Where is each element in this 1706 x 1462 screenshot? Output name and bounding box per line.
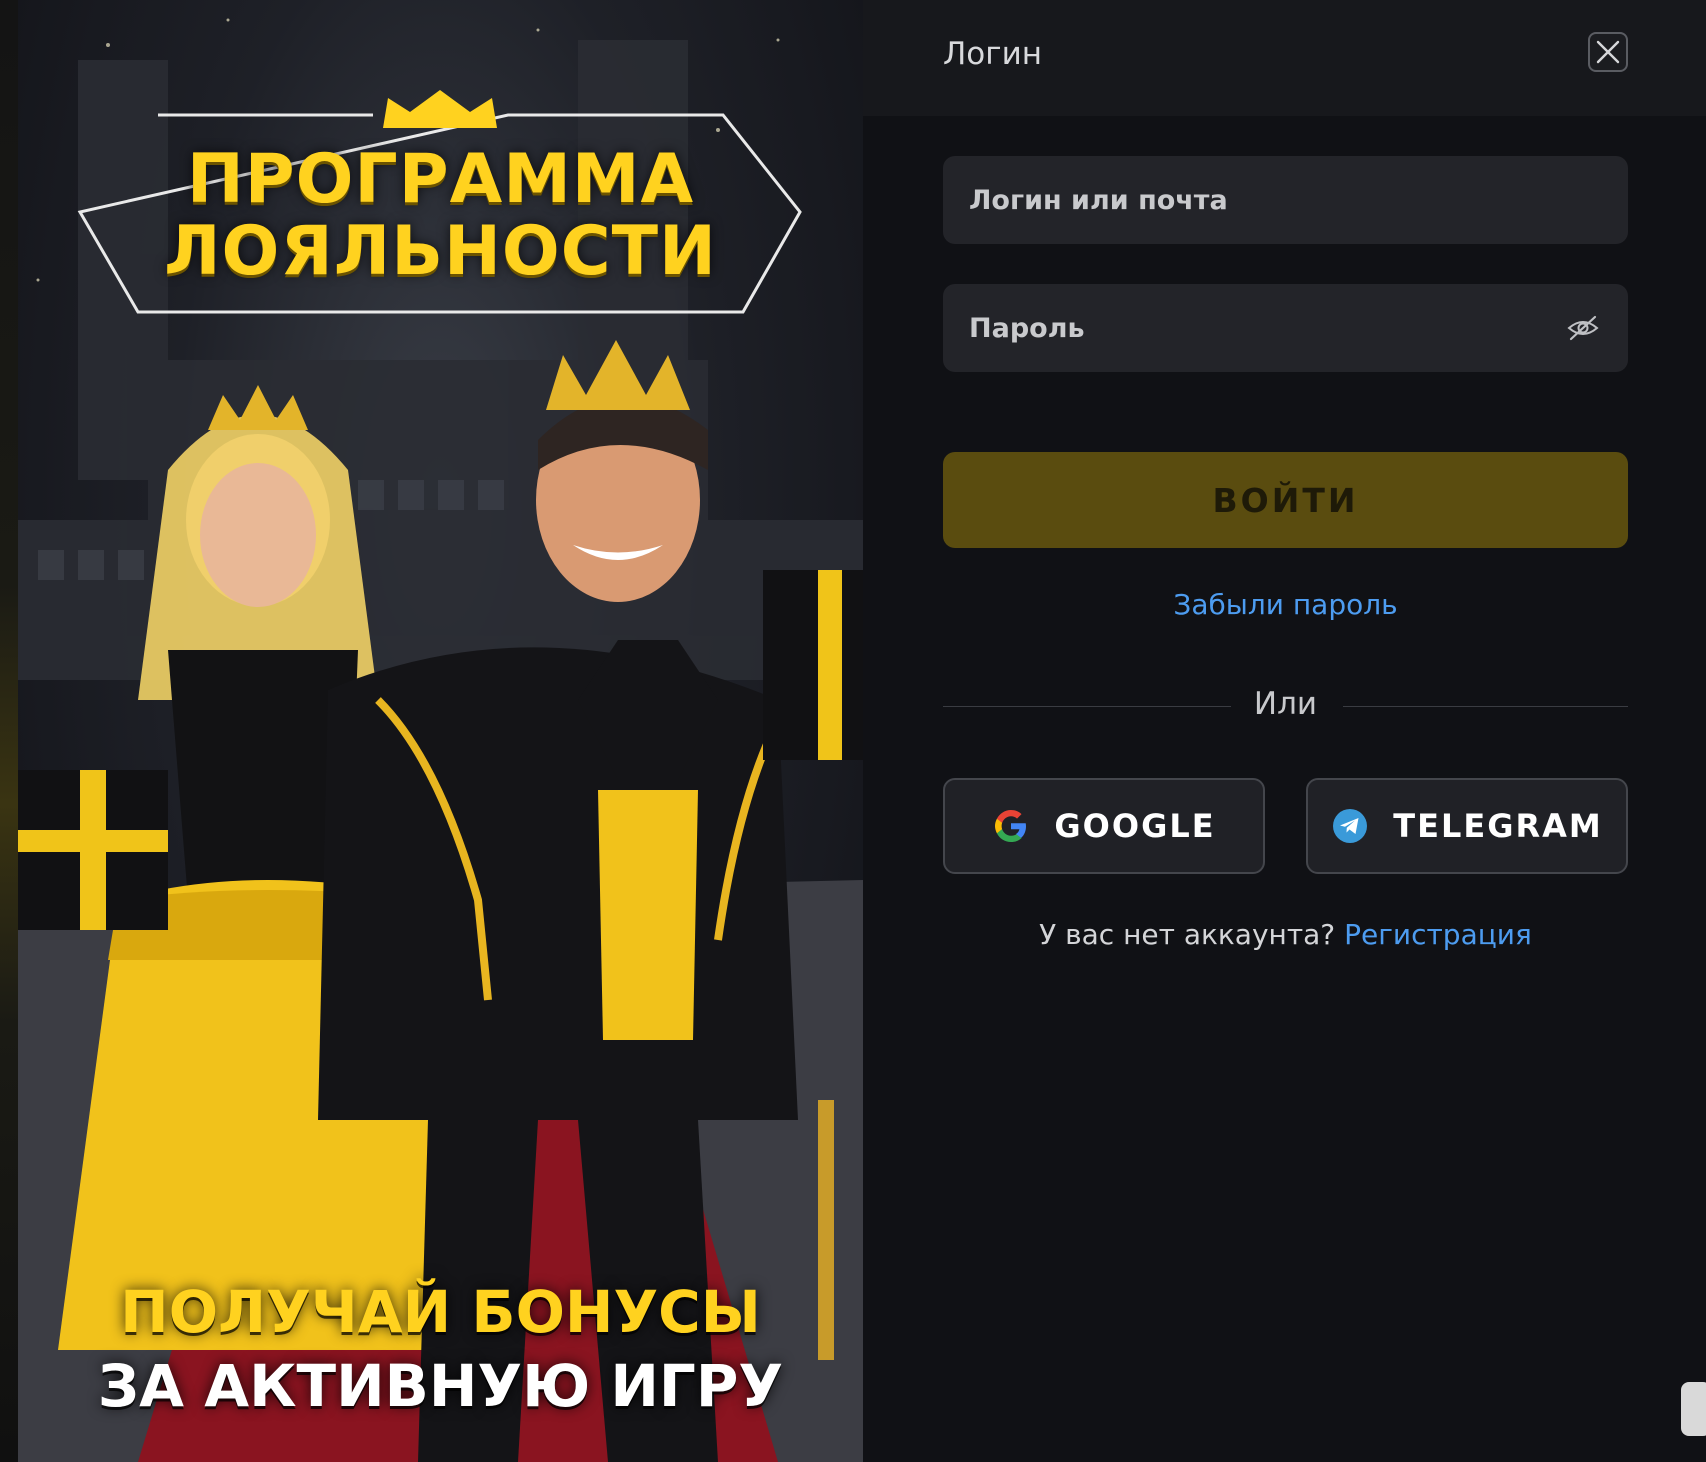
close-button[interactable] — [1588, 32, 1628, 72]
promo-title-line-1: ПРОГРАММА — [186, 140, 695, 219]
password-input[interactable] — [943, 284, 1628, 372]
google-icon — [995, 810, 1027, 842]
no-account-text: У вас нет аккаунта? — [1039, 918, 1336, 951]
eye-off-icon — [1567, 315, 1599, 341]
password-visibility-toggle[interactable] — [1566, 312, 1600, 344]
login-panel: Логин ВОЙТИ Забыли пароль Или — [863, 0, 1706, 1462]
page-title: Логин — [943, 36, 1042, 72]
telegram-icon — [1333, 809, 1368, 843]
background-edge — [0, 0, 18, 1462]
panel-header: Логин — [863, 0, 1706, 116]
promo-title-line-2: ЛОЯЛЬНОСТИ — [164, 212, 717, 291]
telegram-label: TELEGRAM — [1393, 807, 1603, 845]
close-icon — [1596, 40, 1620, 64]
promo-subtitle-line-2: ЗА АКТИВНУЮ ИГРУ — [97, 1352, 784, 1420]
google-label: GOOGLE — [1054, 807, 1216, 845]
or-label: Или — [1253, 686, 1318, 722]
promo-subtitle-line-1: ПОЛУЧАЙ БОНУСЫ — [120, 1278, 761, 1346]
telegram-login-button[interactable]: TELEGRAM — [1306, 778, 1628, 874]
promo-banner: ПРОГРАММА ЛОЯЛЬНОСТИ ПОЛУЧАЙ БОНУСЫ ЗА А… — [18, 0, 863, 1462]
forgot-password-link[interactable]: Забыли пароль — [943, 588, 1628, 621]
google-login-button[interactable]: GOOGLE — [943, 778, 1265, 874]
divider-line-right — [1343, 706, 1628, 707]
login-submit-button[interactable]: ВОЙТИ — [943, 452, 1628, 548]
register-prompt: У вас нет аккаунта? Регистрация — [943, 918, 1628, 951]
login-field — [943, 156, 1628, 244]
or-divider: Или — [943, 684, 1628, 730]
password-field — [943, 284, 1628, 372]
login-input[interactable] — [943, 156, 1628, 244]
scrollbar-thumb[interactable] — [1681, 1382, 1706, 1436]
register-link[interactable]: Регистрация — [1344, 918, 1532, 951]
